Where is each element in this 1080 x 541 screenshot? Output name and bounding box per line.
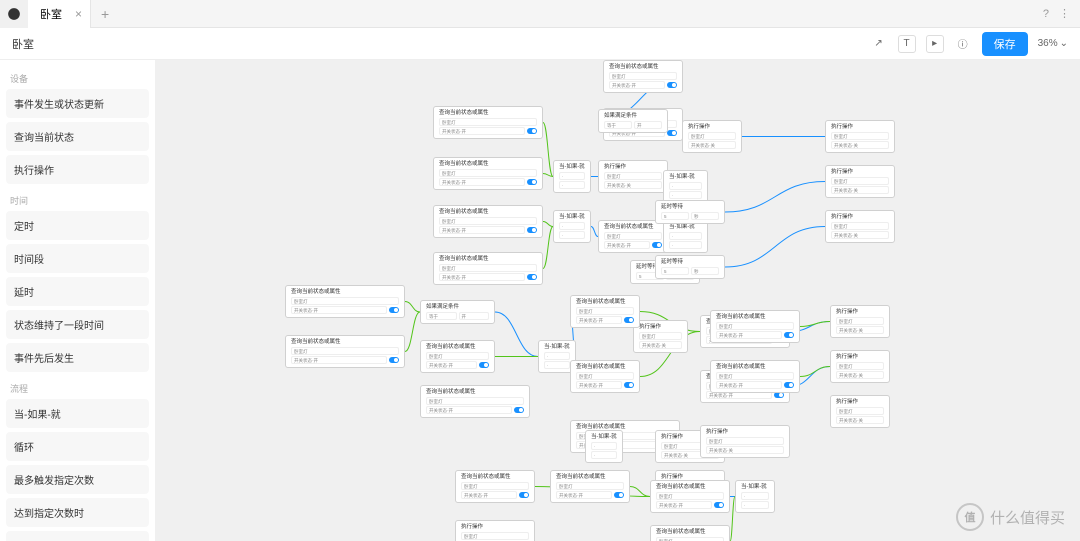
flow-node[interactable]: 执行操作卧室灯开关状态·关 (682, 120, 742, 153)
canvas[interactable]: 查询当前状态或属性卧室灯开关状态·开查询当前状态或属性卧室灯开关状态·开查询当前… (155, 60, 1080, 541)
flow-node[interactable]: 查询当前状态或属性卧室灯开关状态·开 (570, 360, 640, 393)
sidebar-category: 流程 (6, 376, 149, 399)
flow-node[interactable]: 执行操作卧室灯开关状态·关 (455, 520, 535, 541)
flow-node[interactable]: 执行操作卧室灯开关状态·关 (598, 160, 668, 193)
flow-node[interactable]: 执行操作卧室灯开关状态·关 (825, 120, 895, 153)
sidebar-item[interactable]: 最多触发指定次数 (6, 465, 149, 494)
flow-node[interactable]: 当-如果-就·· (553, 210, 591, 243)
flow-node[interactable]: 当-如果-就·· (553, 160, 591, 193)
flow-node[interactable]: 查询当前状态或属性卧室灯开关状态·开 (285, 285, 405, 318)
help-icon[interactable]: ? (1043, 8, 1049, 20)
tab-title: 卧室 (40, 6, 62, 22)
sidebar-item[interactable]: 延时 (6, 277, 149, 306)
app-icon (0, 0, 28, 28)
sidebar-item[interactable]: 查询当前状态 (6, 122, 149, 151)
watermark: 值 什么值得买 (956, 503, 1065, 531)
flow-node[interactable]: 执行操作卧室灯开关状态·关 (825, 165, 895, 198)
info-icon[interactable]: ⓘ (954, 35, 972, 53)
sidebar-item[interactable]: 模式切换 (6, 531, 149, 541)
tab-active[interactable]: 卧室 × (28, 0, 91, 28)
sidebar-item[interactable]: 定时 (6, 211, 149, 240)
flow-node[interactable]: 查询当前状态或属性卧室灯开关状态·开 (650, 480, 730, 513)
flow-node[interactable]: 当-如果-就·· (663, 220, 708, 253)
flow-node[interactable]: 当-如果-就·· (663, 170, 708, 203)
sidebar-item[interactable]: 达到指定次数时 (6, 498, 149, 527)
flow-node[interactable]: 查询当前状态或属性卧室灯开关状态·开 (420, 385, 530, 418)
watermark-text: 什么值得买 (990, 507, 1065, 528)
sidebar-item[interactable]: 事件先后发生 (6, 343, 149, 372)
chevron-down-icon: ⌄ (1060, 38, 1068, 49)
flow-node[interactable]: 执行操作卧室灯开关状态·关 (830, 305, 890, 338)
flow-node[interactable]: 如果满足条件等于开 (420, 300, 495, 324)
flow-node[interactable]: 执行操作卧室灯开关状态·关 (830, 350, 890, 383)
flow-node[interactable]: 查询当前状态或属性卧室灯开关状态·开 (598, 220, 668, 253)
flow-node[interactable]: 延时等待5秒 (655, 255, 725, 279)
text-icon[interactable]: T (898, 35, 916, 53)
flow-node[interactable]: 查询当前状态或属性卧室灯开关状态·开 (710, 310, 800, 343)
sidebar-category: 设备 (6, 66, 149, 89)
flow-node[interactable]: 延时等待5秒 (655, 200, 725, 224)
flow-node[interactable]: 查询当前状态或属性卧室灯开关状态·开 (710, 360, 800, 393)
sidebar-category: 时间 (6, 188, 149, 211)
watermark-icon: 值 (956, 503, 984, 531)
save-button[interactable]: 保存 (982, 32, 1028, 56)
flow-node[interactable]: 执行操作卧室灯开关状态·关 (700, 425, 790, 458)
sidebar: 设备事件发生或状态更新查询当前状态执行操作时间定时时间段延时状态维持了一段时间事… (0, 60, 155, 541)
sidebar-item[interactable]: 执行操作 (6, 155, 149, 184)
flow-node[interactable]: 查询当前状态或属性卧室灯开关状态·开 (433, 106, 543, 139)
export-icon[interactable]: ↗ (870, 35, 888, 53)
sidebar-item[interactable]: 时间段 (6, 244, 149, 273)
flow-node[interactable]: 如果满足条件等于开 (598, 109, 668, 133)
flow-node[interactable]: 查询当前状态或属性卧室灯开关状态·开 (433, 205, 543, 238)
flow-node[interactable]: 执行操作卧室灯开关状态·关 (633, 320, 688, 353)
sidebar-item[interactable]: 循环 (6, 432, 149, 461)
flow-node[interactable]: 查询当前状态或属性卧室灯开关状态·开 (603, 60, 683, 93)
flow-node[interactable]: 查询当前状态或属性卧室灯开关状态·开 (420, 340, 495, 373)
sidebar-item[interactable]: 事件发生或状态更新 (6, 89, 149, 118)
flow-node[interactable]: 当-如果-就·· (585, 430, 623, 463)
flow-node[interactable]: 执行操作卧室灯开关状态·关 (825, 210, 895, 243)
flow-node[interactable]: 执行操作卧室灯开关状态·关 (830, 395, 890, 428)
flow-node[interactable]: 查询当前状态或属性卧室灯开关状态·开 (650, 525, 730, 541)
flow-node[interactable]: 查询当前状态或属性卧室灯开关状态·开 (433, 252, 543, 285)
flow-node[interactable]: 查询当前状态或属性卧室灯开关状态·开 (455, 470, 535, 503)
sidebar-item[interactable]: 当-如果-就 (6, 399, 149, 428)
zoom-level[interactable]: 36% ⌄ (1038, 38, 1068, 49)
close-icon[interactable]: × (75, 7, 82, 21)
flow-node[interactable]: 查询当前状态或属性卧室灯开关状态·开 (285, 335, 405, 368)
more-icon[interactable]: ⋮ (1059, 7, 1070, 20)
flow-node[interactable]: 查询当前状态或属性卧室灯开关状态·开 (433, 157, 543, 190)
tab-add-button[interactable]: + (91, 6, 119, 22)
play-icon[interactable]: ▸ (926, 35, 944, 53)
flow-node[interactable]: 查询当前状态或属性卧室灯开关状态·开 (570, 295, 640, 328)
sidebar-item[interactable]: 状态维持了一段时间 (6, 310, 149, 339)
page-title: 卧室 (12, 36, 34, 52)
flow-node[interactable]: 查询当前状态或属性卧室灯开关状态·开 (550, 470, 630, 503)
flow-node[interactable]: 当-如果-就·· (735, 480, 775, 513)
